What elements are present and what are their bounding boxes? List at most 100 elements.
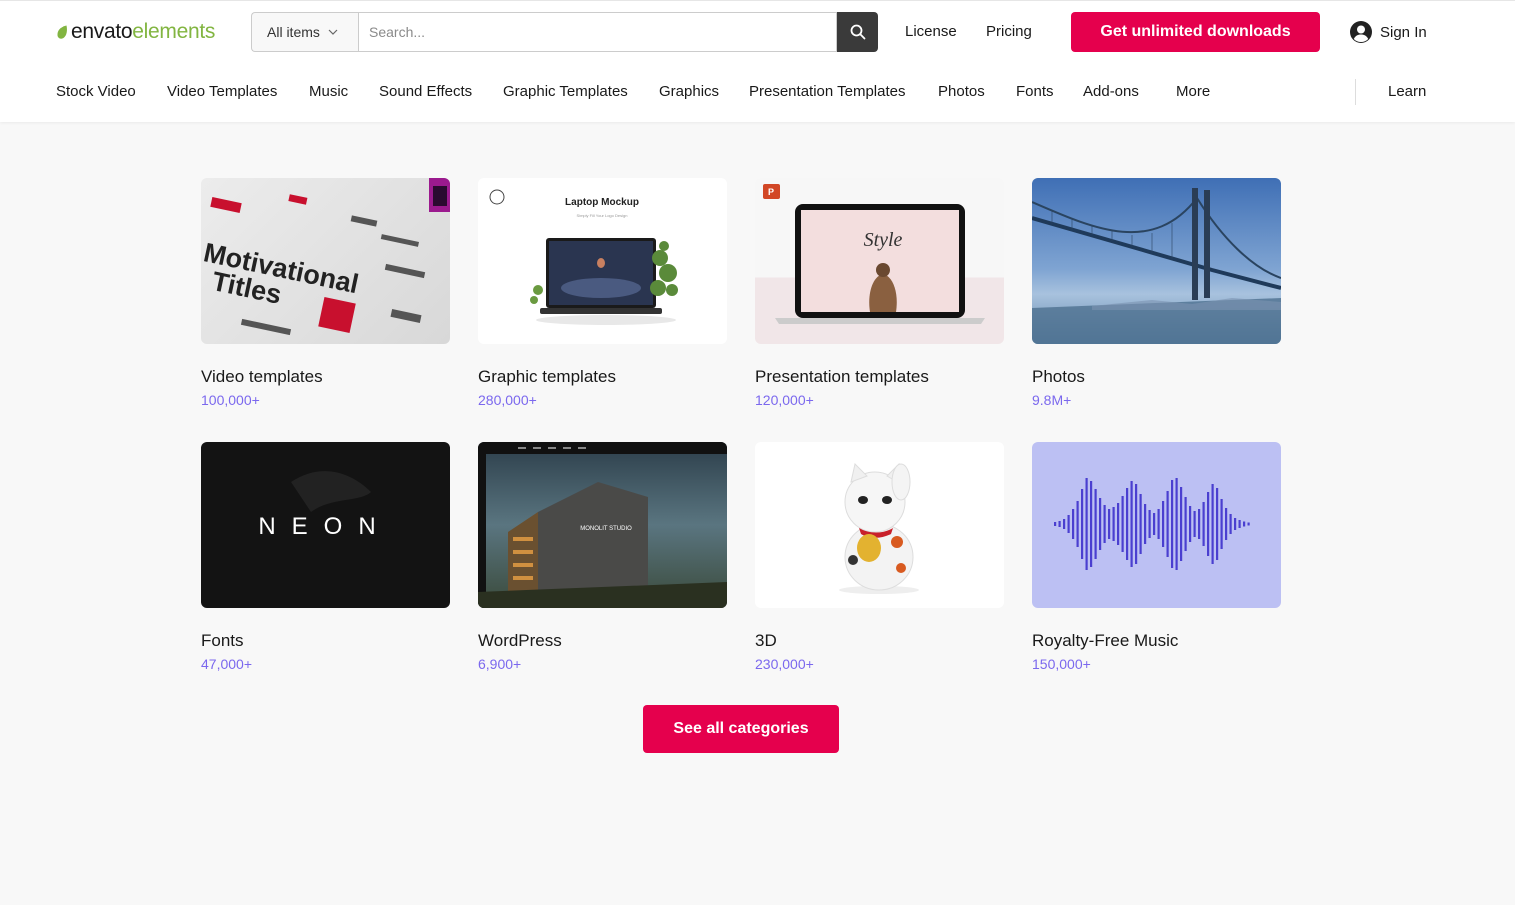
card-title: WordPress	[478, 631, 562, 650]
waveform-bar	[1193, 511, 1196, 537]
nav-learn[interactable]: Learn	[1388, 83, 1426, 100]
waveform-bar	[1112, 507, 1115, 541]
card-count: 230,000+	[755, 656, 814, 672]
nav-stock-video[interactable]: Stock Video	[56, 83, 136, 100]
logo-elements-text: elements	[132, 20, 216, 43]
photos-thumbnail	[1032, 178, 1281, 344]
nav-more[interactable]: More	[1176, 83, 1210, 100]
user-avatar-icon	[1350, 21, 1372, 43]
bridge-photo-image	[1032, 188, 1281, 344]
pricing-link[interactable]: Pricing	[986, 23, 1032, 40]
see-all-categories-button[interactable]: See all categories	[643, 705, 839, 753]
nav-graphic-templates[interactable]: Graphic Templates	[503, 83, 628, 100]
nav-video-templates[interactable]: Video Templates	[167, 83, 277, 100]
waveform-bar	[1202, 502, 1205, 546]
waveform-bar	[1139, 494, 1142, 554]
monolit-studio-text: MONOLIT STUDIO	[580, 526, 632, 532]
waveform-bar	[1130, 481, 1133, 567]
category-card-wordpress[interactable]: MONOLIT STUDIO WordPress 6,900+	[478, 442, 727, 672]
waveform-bar	[1238, 520, 1241, 528]
search-bar: All items	[251, 12, 878, 52]
card-count: 9.8M+	[1032, 392, 1072, 408]
waveform-bar	[1058, 521, 1061, 527]
search-icon	[850, 24, 865, 40]
card-count: 280,000+	[478, 392, 537, 408]
presentation-templates-thumbnail: P Style	[755, 178, 1004, 344]
search-input[interactable]	[358, 12, 837, 52]
category-card-3d[interactable]: 3D 230,000+	[755, 442, 1004, 672]
music-thumbnail	[1032, 442, 1281, 608]
waveform-bar	[1162, 501, 1165, 547]
waveform-bar	[1184, 497, 1187, 551]
motivational-titles-image: Motivational Titles	[201, 178, 450, 336]
nav-graphics[interactable]: Graphics	[659, 83, 719, 100]
card-title: Royalty-Free Music	[1032, 631, 1179, 650]
waveform-bar	[1171, 480, 1174, 568]
waveform-bar	[1121, 496, 1124, 552]
category-card-presentation-templates[interactable]: P Style Presentation templates 120,000+	[755, 178, 1004, 408]
search-button[interactable]	[837, 12, 878, 52]
laptop-mockup-subtitle: Simply Fill Your Logo Design	[577, 213, 628, 218]
waveform-bar	[1220, 499, 1223, 549]
nav-add-ons[interactable]: Add-ons	[1083, 83, 1139, 100]
nav-presentation-templates[interactable]: Presentation Templates	[749, 83, 905, 100]
sign-in-label: Sign In	[1380, 23, 1427, 41]
waveform-bar	[1148, 510, 1151, 538]
site-header: envatoelements All items License Pricing…	[0, 0, 1515, 122]
waveform-bar	[1189, 506, 1192, 542]
fonts-thumbnail: NEON	[201, 442, 450, 608]
envato-elements-logo[interactable]: envato elements	[56, 20, 215, 44]
waveform-bar	[1175, 478, 1178, 570]
3d-thumbnail	[755, 442, 1004, 608]
leaf-icon	[57, 25, 67, 39]
nav-photos[interactable]: Photos	[938, 83, 985, 100]
license-link[interactable]: License	[905, 23, 957, 40]
nav-divider	[1355, 79, 1356, 105]
waveform-bar	[1063, 519, 1066, 529]
card-count: 6,900+	[478, 656, 522, 672]
category-card-graphic-templates[interactable]: Laptop Mockup Simply Fill Your Logo Desi…	[478, 178, 727, 408]
card-title: Presentation templates	[755, 367, 929, 386]
lucky-cat-3d-image	[839, 462, 919, 594]
category-card-royalty-free-music[interactable]: Royalty-Free Music 150,000+	[1032, 442, 1281, 672]
waveform-image	[1054, 478, 1250, 570]
card-title: Fonts	[201, 631, 244, 650]
card-count: 100,000+	[201, 392, 260, 408]
logo-envato-text: envato	[71, 20, 133, 43]
waveform-bar	[1085, 478, 1088, 570]
search-category-select[interactable]: All items	[251, 12, 358, 52]
waveform-bar	[1126, 488, 1129, 560]
waveform-bar	[1247, 522, 1250, 526]
card-title: Photos	[1032, 367, 1085, 386]
wordpress-thumbnail: MONOLIT STUDIO	[478, 442, 727, 608]
nav-sound-effects[interactable]: Sound Effects	[379, 83, 472, 100]
laptop-mockup-image: Laptop Mockup Simply Fill Your Logo Desi…	[489, 189, 678, 325]
waveform-bar	[1144, 504, 1147, 544]
laptop-mockup-title: Laptop Mockup	[565, 197, 639, 208]
category-card-photos[interactable]: Photos 9.8M+	[1032, 178, 1281, 408]
category-nav: Stock Video Video Templates Music Sound …	[0, 79, 1515, 105]
waveform-bar	[1103, 505, 1106, 543]
waveform-bar	[1076, 501, 1079, 547]
waveform-bar	[1072, 509, 1075, 539]
waveform-bar	[1099, 498, 1102, 550]
sign-in-link[interactable]: Sign In	[1349, 20, 1427, 44]
waveform-bar	[1157, 509, 1160, 539]
waveform-bar	[1054, 522, 1057, 526]
waveform-bar	[1153, 513, 1156, 535]
card-count: 47,000+	[201, 656, 252, 672]
waveform-bar	[1094, 489, 1097, 559]
neon-font-image: NEON	[258, 471, 376, 540]
category-card-video-templates[interactable]: Motivational Titles Video templates 100,…	[201, 178, 450, 408]
monolit-studio-image: MONOLIT STUDIO	[478, 442, 727, 608]
get-unlimited-downloads-button[interactable]: Get unlimited downloads	[1071, 12, 1320, 52]
nav-fonts[interactable]: Fonts	[1016, 83, 1054, 100]
waveform-bar	[1229, 514, 1232, 534]
waveform-bar	[1243, 521, 1246, 527]
card-count: 150,000+	[1032, 656, 1091, 672]
category-card-fonts[interactable]: NEON Fonts 47,000+	[201, 442, 450, 672]
nav-music[interactable]: Music	[309, 83, 348, 100]
chevron-down-icon	[328, 29, 338, 35]
waveform-bar	[1234, 518, 1237, 530]
style-presentation-image: P Style	[763, 184, 985, 324]
